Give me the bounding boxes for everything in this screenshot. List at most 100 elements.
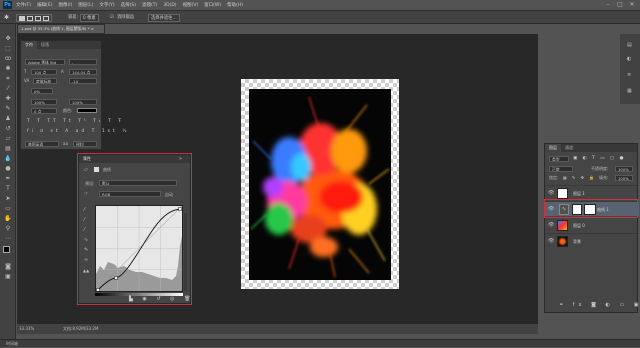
eyedropper-tool-icon[interactable]: ⁄ (3, 84, 13, 93)
document-tab[interactable]: 1.psd @ 33.3% (曲线 1, 图层蒙版/8) * × (17, 24, 105, 34)
minimize-button[interactable]: – (604, 1, 612, 8)
fill-field[interactable]: 100% (615, 175, 633, 181)
lasso-tool-icon[interactable]: ꝏ (3, 54, 13, 63)
curve-point-black[interactable] (96, 288, 100, 292)
tab-layers[interactable]: 图层 (545, 144, 561, 152)
auto-button[interactable]: 自动 (165, 192, 173, 198)
more-tools-icon[interactable]: ⋯ (3, 234, 13, 243)
visibility-eye-icon[interactable]: 👁 (548, 218, 554, 233)
menu-layer[interactable]: 图层(L) (78, 2, 93, 8)
kerning-field[interactable]: 度量标准 (33, 78, 57, 84)
stamp-tool-icon[interactable]: ♟ (3, 114, 13, 123)
history-panel-icon[interactable]: ▤ (627, 42, 632, 48)
type-tool-icon[interactable]: T (3, 184, 13, 193)
vertical-scale-field[interactable]: 0% (31, 88, 53, 94)
menu-type[interactable]: 文字(Y) (99, 2, 114, 8)
pencil-curve-icon[interactable]: ✎ (84, 247, 88, 253)
blend-mode-select[interactable]: 正常 (549, 166, 573, 172)
language-select[interactable]: 美国英语 (25, 141, 59, 147)
text-style-buttons[interactable]: T T TT Tt T¹ T₁ T Ŧ (27, 119, 124, 124)
properties-panel-icon[interactable]: ≡ (627, 72, 631, 78)
move-tool-icon[interactable]: ✥ (3, 34, 13, 43)
dodge-tool-icon[interactable]: ● (3, 164, 13, 173)
history-brush-icon[interactable]: ↺ (3, 124, 13, 133)
document-canvas[interactable] (241, 79, 399, 289)
mask-icon[interactable] (94, 167, 99, 172)
text-color-swatch[interactable] (77, 108, 97, 113)
curve-graph[interactable] (95, 205, 183, 292)
scale2-field[interactable]: 100% (69, 99, 97, 105)
opacity-field[interactable]: 100% (615, 166, 633, 172)
tab-paragraph[interactable]: 段落 (37, 41, 53, 49)
curve-point-icon[interactable]: ∿ (84, 237, 88, 243)
hand-adjust-icon[interactable]: ☞ (84, 191, 88, 197)
curve-point-white[interactable] (178, 207, 182, 211)
adjustments-panel-icon[interactable]: ◐ (627, 56, 631, 62)
select-and-mask-button[interactable]: 选择并遮住... (148, 14, 180, 22)
font-family-select[interactable]: Adobe 黑体 Std (25, 59, 65, 65)
menu-help[interactable]: 帮助(H) (227, 2, 243, 8)
gradient-tool-icon[interactable]: ▤ (3, 144, 13, 153)
layer-row[interactable]: 👁 背景 (545, 233, 639, 248)
panel-scrollbar[interactable] (184, 213, 187, 291)
hand-tool-icon[interactable]: ✋ (3, 214, 13, 223)
selection-mode-buttons[interactable] (16, 14, 52, 22)
antialias-select[interactable]: 锐利 (73, 141, 97, 147)
tab-channels[interactable]: 通道 (561, 144, 577, 152)
menu-window[interactable]: 窗口(W) (204, 2, 221, 8)
quick-mask-icon[interactable]: ◙ (3, 262, 13, 271)
eyedropper-white-icon[interactable]: ⁄ (84, 227, 85, 233)
layer-kind-filter[interactable]: 类型 (549, 156, 569, 162)
font-style-select[interactable]: - (69, 59, 97, 65)
lock-icons[interactable]: ▦ ✎ ✥ 🔒 (563, 175, 596, 180)
menu-view[interactable]: 视图(V) (183, 2, 199, 8)
menu-3d[interactable]: 3D(D) (163, 3, 176, 8)
zoom-tool-icon[interactable]: ⚲ (3, 224, 13, 233)
preset-select[interactable]: 默认 (99, 180, 177, 186)
layer-row[interactable]: 👁 图层 1 (545, 185, 639, 200)
channel-select[interactable]: RGB (99, 191, 161, 197)
marquee-tool-icon[interactable]: ⬚ (3, 44, 13, 53)
swatches-panel-icon[interactable]: ▦ (627, 88, 632, 94)
shape-tool-icon[interactable]: ▭ (3, 204, 13, 213)
layers-footer-buttons[interactable]: ⚭ fx ◙ ◐ ▭ ▣ 🗑 (559, 302, 640, 308)
foreground-color-swatch[interactable] (3, 246, 10, 253)
path-select-icon[interactable]: ➤ (3, 194, 13, 203)
timeline-tab[interactable]: 时间轴 (0, 339, 640, 347)
menu-select[interactable]: 选择(S) (121, 2, 136, 8)
font-size-field[interactable]: 100 点 (31, 69, 57, 75)
crop-tool-icon[interactable]: ⌗ (3, 74, 13, 83)
eyedropper-black-icon[interactable]: ⁄ (84, 207, 85, 213)
leading-field[interactable]: 144.04 点 (69, 69, 97, 75)
healing-brush-icon[interactable]: ✚ (3, 94, 13, 103)
opentype-buttons[interactable]: fi σ st A ad T 1st ½ (27, 129, 130, 134)
properties-footer-buttons[interactable]: ▙ ◉ ↺ ◎ 🗑 (129, 296, 194, 302)
curve-point-shadow[interactable] (114, 276, 118, 280)
maximize-button[interactable]: □ (616, 1, 624, 8)
layer-row[interactable]: 👁 图层 0 (545, 217, 639, 232)
close-button[interactable]: ✕ (628, 1, 636, 8)
horizontal-scale-field[interactable]: 100% (31, 99, 57, 105)
menu-filter[interactable]: 滤镜(T) (142, 2, 157, 8)
visibility-eye-icon[interactable]: 👁 (548, 234, 554, 249)
menu-file[interactable]: 文件(F) (16, 2, 31, 8)
tracking-field[interactable]: -14 (69, 78, 97, 84)
magic-wand-tool-icon[interactable]: ✱ (3, 64, 13, 73)
blur-tool-icon[interactable]: 💧 (3, 154, 13, 163)
screen-mode-icon[interactable]: ▣ (3, 272, 13, 281)
smooth-curve-icon[interactable]: ≈ (84, 257, 88, 263)
layer-filter-icons[interactable]: ▣ ◐ T ▭ ▢ ● (573, 156, 626, 161)
magic-wand-icon[interactable]: ✱ (4, 14, 9, 22)
eyedropper-gray-icon[interactable]: ⁄ (84, 217, 85, 223)
zoom-level[interactable]: 33.33% (19, 324, 34, 334)
pen-tool-icon[interactable]: ✒ (3, 174, 13, 183)
menu-image[interactable]: 图像(I) (58, 2, 72, 8)
tab-character[interactable]: 字符 (21, 41, 37, 49)
baseline-field[interactable]: 0 点 (31, 108, 57, 114)
tolerance-field[interactable]: 0 像素 (80, 14, 99, 22)
eraser-tool-icon[interactable]: ▱ (3, 134, 13, 143)
antialias-checkbox[interactable]: ☑ (110, 14, 114, 22)
menu-edit[interactable]: 编辑(E) (37, 2, 52, 8)
brush-tool-icon[interactable]: ✎ (3, 104, 13, 113)
panel-collapse-icon[interactable]: » (179, 156, 182, 162)
